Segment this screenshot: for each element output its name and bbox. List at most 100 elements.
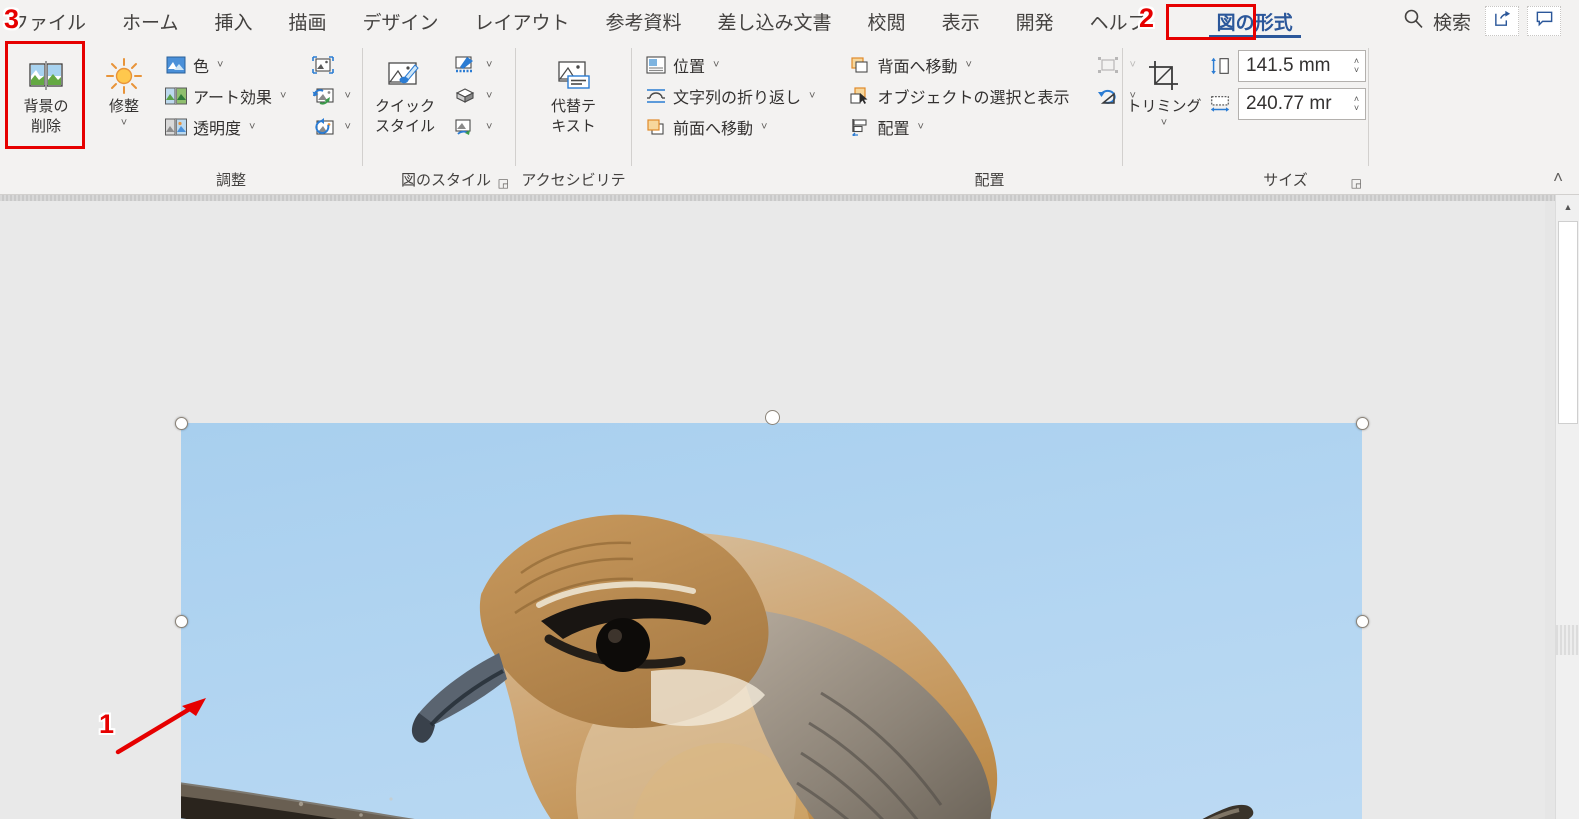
corrections-sun-icon <box>105 55 143 97</box>
group-label-accessibility: アクセシビリティ <box>521 172 626 209</box>
picture-effects-icon <box>452 85 478 107</box>
shape-width-stepper[interactable]: ˄ ˅ <box>1348 95 1365 113</box>
group-label-adjust: 調整 <box>215 172 246 189</box>
shape-height-input[interactable]: 141.5 mm ˄ ˅ <box>1238 50 1366 82</box>
search-label: 検索 <box>1432 12 1471 34</box>
tab-design[interactable]: デザイン <box>344 0 456 42</box>
picture-layout-button[interactable]: ˅ <box>447 111 497 142</box>
search-box[interactable]: 検索 <box>1389 0 1485 42</box>
color-label: 色 <box>193 58 210 76</box>
rotation-handle[interactable] <box>765 410 780 425</box>
selected-picture[interactable]: ↵ <box>181 423 1362 819</box>
shape-height-stepper[interactable]: ˄ ˅ <box>1348 57 1365 75</box>
tab-insert[interactable]: 挿入 <box>196 0 270 42</box>
ribbon-group-picture-styles: クイック スタイル ˅ ˅ ˅ 図のスタイル ◲ <box>363 42 515 195</box>
resize-handle-middle-left[interactable] <box>175 615 188 628</box>
top-right-buttons <box>1485 6 1579 36</box>
scrollbar-thumb[interactable] <box>1558 221 1578 424</box>
remove-background-label: 背景の 削除 <box>23 98 69 135</box>
group-objects-icon <box>1095 54 1121 76</box>
size-spinners: 141.5 mm ˄ ˅ 240.77 mr ˄ ˅ <box>1209 49 1366 121</box>
send-backward-icon <box>849 54 871 76</box>
corrections-button[interactable]: 修整 ˅ <box>92 49 156 130</box>
change-picture-button[interactable]: ˅ <box>305 80 355 111</box>
vertical-scrollbar[interactable]: ▲ <box>1555 195 1579 819</box>
picture-effects-button[interactable]: ˅ <box>447 80 497 111</box>
ribbon-group-size: トリミング ˅ 141.5 mm ˄ ˅ 240.77 mr ˄ ˅ サイズ ◲ <box>1123 42 1368 195</box>
tab-home[interactable]: ホーム <box>104 0 196 42</box>
chevron-down-icon: ˅ <box>965 58 972 71</box>
tab-layout[interactable]: レイアウト <box>457 0 588 42</box>
align-icon <box>849 116 871 138</box>
bring-forward-icon <box>645 116 667 138</box>
size-dialog-launcher[interactable]: ◲ <box>1351 176 1362 190</box>
shape-height-row: 141.5 mm ˄ ˅ <box>1209 49 1366 83</box>
chevron-down-icon: ˅ <box>344 120 351 133</box>
crop-icon <box>1146 55 1182 97</box>
chevron-down-icon: ˅ <box>486 120 493 133</box>
bring-forward-button[interactable]: 前面へ移動 ˅ <box>640 111 820 142</box>
send-backward-button[interactable]: 背面へ移動 ˅ <box>844 49 1074 80</box>
alt-text-button[interactable]: 代替テ キスト <box>536 49 612 139</box>
chevron-down-icon: ˅ <box>486 58 493 71</box>
annotation-arrow-1 <box>110 690 220 760</box>
compress-pictures-button[interactable] <box>305 49 355 80</box>
quick-styles-button[interactable]: クイック スタイル <box>363 49 447 139</box>
collapse-ribbon-button[interactable]: ˄ <box>1553 168 1563 188</box>
group-label-remove-background <box>0 171 92 195</box>
document-page[interactable]: ↵ <box>0 201 1545 819</box>
position-button[interactable]: 位置 ˅ <box>640 49 820 80</box>
group-separator <box>1368 48 1369 166</box>
group-label-arrange: 配置 <box>974 172 1005 189</box>
tab-picture-format[interactable]: 図の形式 <box>1199 0 1311 42</box>
crop-button[interactable]: トリミング ˅ <box>1123 49 1205 130</box>
tab-view[interactable]: 表示 <box>924 0 998 42</box>
remove-background-icon <box>28 55 64 97</box>
document-area[interactable]: ↵ <box>0 195 1579 819</box>
annotation-number-1: 1 <box>99 709 115 739</box>
align-button[interactable]: 配置 ˅ <box>844 111 1074 142</box>
position-label: 位置 <box>673 58 706 76</box>
ribbon-group-remove-background: 背景の 削除 <box>0 42 92 195</box>
adjust-icon-buttons: ˅ ˅ <box>305 49 355 142</box>
arrange-column-2: 背面へ移動 ˅ オブジェクトの選択と表示 配置 ˅ <box>844 49 1074 142</box>
align-label: 配置 <box>877 120 910 138</box>
shape-height-icon <box>1209 55 1231 77</box>
reset-picture-button[interactable]: ˅ <box>305 111 355 142</box>
chevron-down-icon: ˅ <box>713 58 720 71</box>
annotation-number-3: 3 <box>4 4 20 34</box>
wrap-text-button[interactable]: 文字列の折り返し ˅ <box>640 80 820 111</box>
tab-developer[interactable]: 開発 <box>998 0 1072 42</box>
share-button[interactable] <box>1485 6 1519 36</box>
shape-width-icon <box>1209 93 1231 115</box>
ribbon-group-accessibility: 代替テ キスト アクセシビリティ <box>516 42 631 209</box>
alt-text-label: 代替テ キスト <box>550 98 596 135</box>
shape-width-input[interactable]: 240.77 mr ˄ ˅ <box>1238 88 1366 120</box>
artistic-effects-icon <box>165 85 187 107</box>
tab-mailings[interactable]: 差し込み文書 <box>700 0 850 42</box>
resize-handle-top-left[interactable] <box>175 417 188 430</box>
scroll-up-button[interactable]: ▲ <box>1556 195 1579 219</box>
share-icon <box>1493 9 1512 33</box>
color-button[interactable]: 色 ˅ <box>160 49 291 80</box>
chevron-down-icon: ˅ <box>809 89 816 102</box>
tab-draw[interactable]: 描画 <box>270 0 344 42</box>
resize-handle-top-right[interactable] <box>1356 417 1369 430</box>
tab-review[interactable]: 校閲 <box>850 0 924 42</box>
chevron-down-icon: ˅ <box>280 89 287 102</box>
resize-handle-middle-right[interactable] <box>1356 615 1369 628</box>
artistic-effects-button[interactable]: アート効果 ˅ <box>160 80 291 111</box>
remove-background-button[interactable]: 背景の 削除 <box>7 49 85 139</box>
transparency-button[interactable]: 透明度 ˅ <box>160 111 291 142</box>
tab-references[interactable]: 参考資料 <box>588 0 700 42</box>
picture-styles-dialog-launcher[interactable]: ◲ <box>498 176 509 190</box>
annotation-number-2: 2 <box>1139 3 1155 33</box>
selection-pane-button[interactable]: オブジェクトの選択と表示 <box>844 80 1074 111</box>
picture-border-button[interactable]: ˅ <box>447 49 497 80</box>
selection-pane-icon <box>849 85 871 107</box>
color-icon <box>165 54 187 76</box>
comment-button[interactable] <box>1527 6 1561 36</box>
wrap-text-label: 文字列の折り返し <box>673 89 802 107</box>
ribbon: 背景の 削除 修整 ˅ 色 ˅ アート効果 ˅ 透明度 ˅ ˅ ˅ 調整 クイッ… <box>0 42 1579 209</box>
position-icon <box>645 54 667 76</box>
